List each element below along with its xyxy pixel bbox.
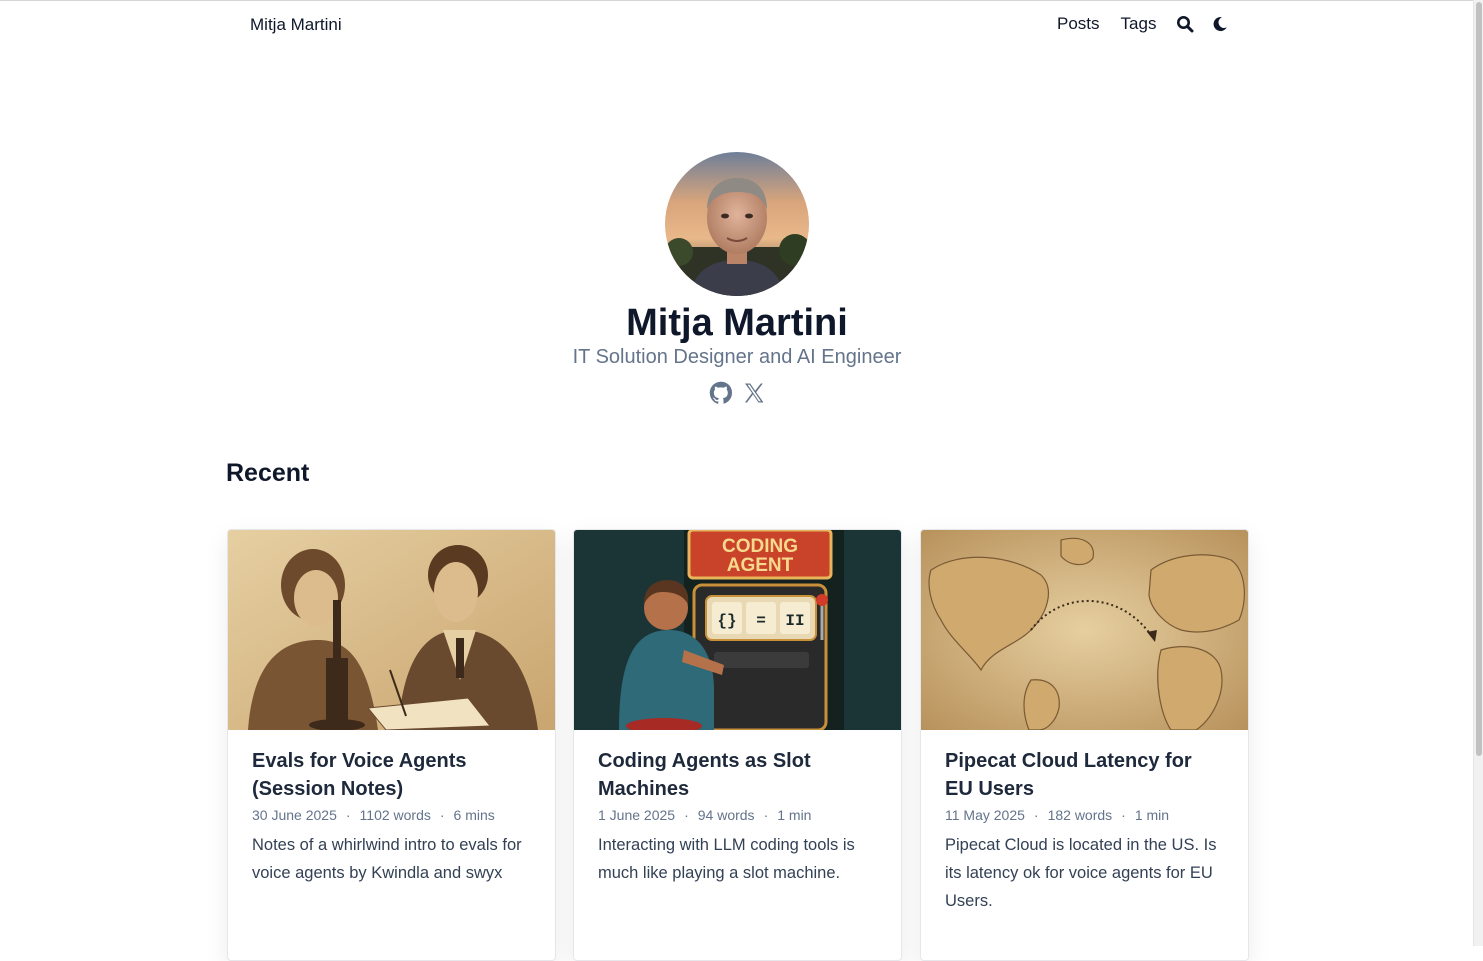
- post-summary: Notes of a whirlwind intro to evals for …: [252, 836, 522, 882]
- scrollbar[interactable]: [1473, 0, 1483, 946]
- post-word-count: 94 words: [697, 807, 755, 823]
- post-word-count: 182 words: [1047, 807, 1113, 823]
- post-title[interactable]: Evals for Voice Agents (Session Notes): [252, 747, 531, 803]
- svg-text:II: II: [785, 612, 804, 630]
- post-card[interactable]: Evals for Voice Agents (Session Notes) 3…: [227, 529, 556, 961]
- social-links: [709, 381, 766, 405]
- image-text-agent: AGENT: [727, 555, 794, 576]
- search-icon[interactable]: [1176, 15, 1194, 33]
- post-reading-time: 6 mins: [453, 807, 495, 823]
- post-summary: Interacting with LLM coding tools is muc…: [598, 836, 855, 882]
- post-card[interactable]: CODING AGENT {} = II Coding Agents as Sl…: [573, 529, 902, 961]
- post-summary: Pipecat Cloud is located in the US. Is i…: [945, 836, 1217, 910]
- post-meta: 11 May 2025 · 182 words · 1 min: [945, 805, 1224, 825]
- nav-link-tags[interactable]: Tags: [1121, 14, 1157, 34]
- svg-text:=: =: [756, 612, 766, 630]
- meta-separator: ·: [439, 807, 445, 823]
- post-thumbnail[interactable]: CODING AGENT {} = II: [574, 530, 901, 730]
- nav-links: Posts Tags: [1057, 14, 1229, 34]
- site-brand-link[interactable]: Mitja Martini: [250, 15, 342, 35]
- post-date: 30 June 2025: [252, 807, 337, 823]
- post-title[interactable]: Pipecat Cloud Latency for EU Users: [945, 747, 1224, 803]
- meta-separator: ·: [684, 807, 689, 823]
- post-title[interactable]: Coding Agents as Slot Machines: [598, 747, 877, 803]
- x-icon[interactable]: [742, 381, 766, 405]
- recent-heading: Recent: [226, 459, 310, 487]
- post-date: 1 June 2025: [598, 807, 676, 823]
- post-reading-time: 1 min: [777, 807, 812, 823]
- github-icon[interactable]: [709, 381, 733, 405]
- post-date: 11 May 2025: [945, 807, 1025, 823]
- nav-link-posts[interactable]: Posts: [1057, 14, 1100, 34]
- meta-separator: ·: [1121, 807, 1126, 823]
- avatar: [665, 152, 809, 296]
- image-text-coding: CODING: [722, 536, 798, 557]
- post-card[interactable]: Pipecat Cloud Latency for EU Users 11 Ma…: [920, 529, 1249, 961]
- post-meta: 30 June 2025 · 1102 words · 6 mins: [252, 805, 531, 825]
- post-thumbnail[interactable]: [921, 530, 1248, 730]
- profile-name: Mitja Martini: [626, 302, 848, 344]
- scrollbar-thumb[interactable]: [1476, 2, 1482, 756]
- post-thumbnail[interactable]: [228, 530, 555, 730]
- meta-separator: ·: [1033, 807, 1039, 823]
- moon-icon[interactable]: [1211, 15, 1229, 33]
- post-reading-time: 1 min: [1134, 807, 1170, 823]
- svg-text:{}: {}: [717, 612, 736, 630]
- profile-tagline: IT Solution Designer and AI Engineer: [572, 346, 902, 368]
- post-meta: 1 June 2025 · 94 words · 1 min: [598, 805, 877, 825]
- post-word-count: 1102 words: [359, 807, 431, 823]
- top-navbar: Mitja Martini Posts Tags: [0, 0, 1474, 52]
- meta-separator: ·: [345, 807, 351, 823]
- meta-separator: ·: [763, 807, 769, 823]
